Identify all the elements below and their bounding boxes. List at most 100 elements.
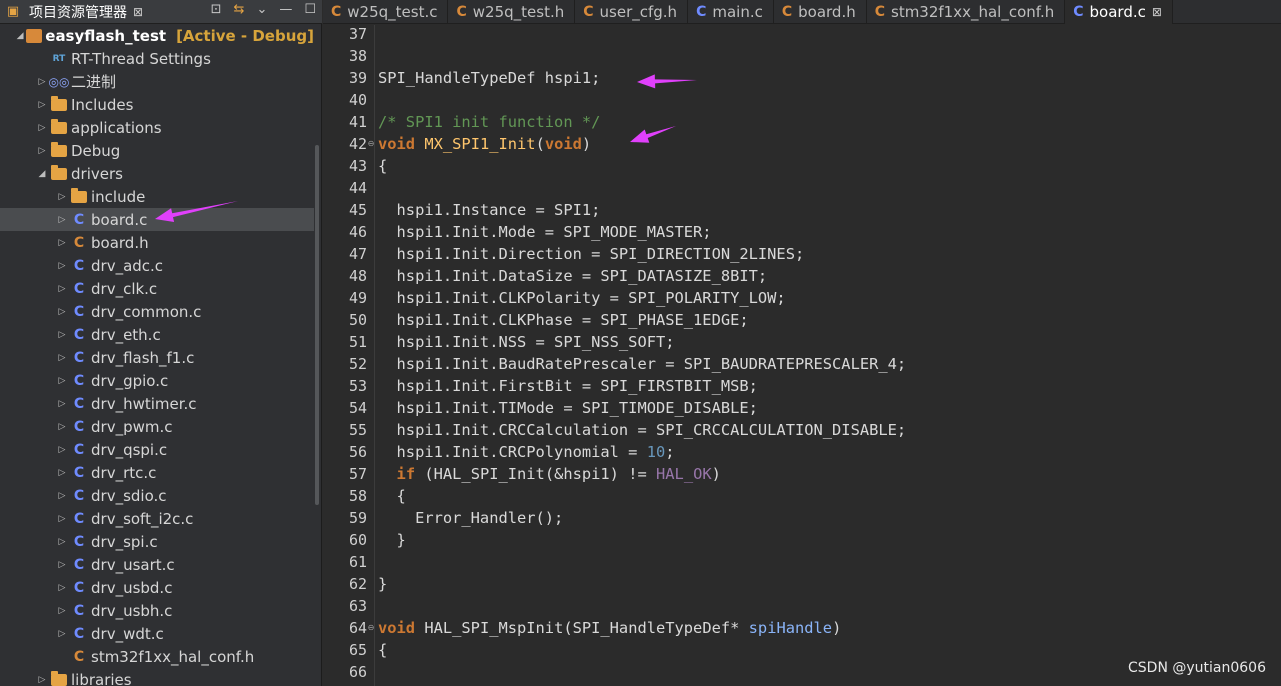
collapsed-arrow-icon[interactable]: ▷	[56, 514, 68, 524]
code-editor[interactable]: 37 38 39 40 41 42 ⊖ 43 44 45 46 47 48 49 50 51 52 53 54 55 5…	[323, 25, 1281, 686]
code-token: void	[378, 619, 416, 637]
collapsed-arrow-icon[interactable]: ▷	[56, 468, 68, 478]
tree-item[interactable]: ▷ Cboard.h	[0, 231, 314, 254]
line-number: 55	[348, 421, 367, 439]
tree-item[interactable]: ▷ Cdrv_eth.c	[0, 323, 314, 346]
project-icon	[26, 28, 43, 44]
minimize-icon[interactable]: —	[279, 2, 292, 17]
collapsed-arrow-icon[interactable]: ▷	[56, 629, 68, 639]
tree-item[interactable]: ▷ Cdrv_common.c	[0, 300, 314, 323]
editor-tab[interactable]: Cuser_cfg.h	[575, 0, 689, 24]
expanded-arrow-icon[interactable]: ◢	[16, 31, 24, 41]
expanded-arrow-icon[interactable]: ◢	[36, 169, 48, 179]
c-source-icon: C	[1073, 4, 1084, 20]
code-token: /* SPI1 init function */	[378, 113, 601, 131]
watermark: CSDN @yutian0606	[1128, 660, 1266, 676]
tree-item[interactable]: ▷ include	[0, 185, 314, 208]
collapsed-arrow-icon[interactable]: ▷	[56, 307, 68, 317]
explorer-close-icon[interactable]: ⊠	[133, 5, 143, 19]
tree-item[interactable]: ▷ Cdrv_adc.c	[0, 254, 314, 277]
collapsed-arrow-icon[interactable]: ▷	[56, 192, 68, 202]
editor-tab[interactable]: Cboard.c ⊠	[1065, 0, 1173, 24]
collapse-all-icon[interactable]: ⊡	[211, 2, 222, 17]
tree-item[interactable]: ◢ easyflash_test [Active - Debug]	[0, 25, 314, 47]
collapsed-arrow-icon[interactable]: ▷	[56, 238, 68, 248]
tree-item[interactable]: ▷ Cboard.c	[0, 208, 314, 231]
editor-tab[interactable]: Cmain.c	[688, 0, 774, 24]
tree-item[interactable]: ◢ drivers	[0, 162, 314, 185]
tree-item[interactable]: ▷ applications	[0, 116, 314, 139]
tree-item[interactable]: ▷ Cdrv_qspi.c	[0, 438, 314, 461]
collapsed-arrow-icon[interactable]: ▷	[56, 491, 68, 501]
tree-item[interactable]: ▷ libraries	[0, 668, 314, 686]
editor-tab[interactable]: Cw25q_test.h	[448, 0, 576, 24]
collapsed-arrow-icon[interactable]: ▷	[36, 123, 48, 133]
editor-tab[interactable]: Cstm32f1xx_hal_conf.h	[867, 0, 1066, 24]
view-menu-icon[interactable]: ⌄	[256, 2, 267, 17]
tree-item[interactable]: ▷ Cdrv_flash_f1.c	[0, 346, 314, 369]
c-source-icon: C	[73, 602, 85, 619]
tree-scrollbar[interactable]	[314, 25, 320, 686]
code-line: {	[378, 155, 387, 177]
tree-item[interactable]: ▷ Cdrv_sdio.c	[0, 484, 314, 507]
fold-toggle-icon[interactable]: ⊖	[367, 133, 375, 155]
code-line: hspi1.Init.CRCCalculation = SPI_CRCCALCU…	[378, 419, 907, 441]
collapsed-arrow-icon[interactable]: ▷	[56, 330, 68, 340]
editor-tab[interactable]: Cboard.h	[774, 0, 867, 24]
rt-icon: RT	[52, 53, 66, 64]
tree-item[interactable]: ▷ Debug	[0, 139, 314, 162]
fold-toggle-icon[interactable]: ⊖	[367, 617, 375, 639]
tab-close-icon[interactable]: ⊠	[1152, 5, 1162, 19]
link-editor-icon[interactable]: ⇆	[234, 2, 245, 17]
tree-item[interactable]: ▷ Cdrv_hwtimer.c	[0, 392, 314, 415]
tree-item[interactable]: ▷ Cdrv_usbd.c	[0, 576, 314, 599]
editor-tab[interactable]: Cw25q_test.c	[323, 0, 449, 24]
c-file-icon: C	[781, 4, 793, 20]
tree-item[interactable]: ▷ Cdrv_pwm.c	[0, 415, 314, 438]
collapsed-arrow-icon[interactable]: ▷	[56, 560, 68, 570]
collapsed-arrow-icon[interactable]: ▷	[36, 100, 48, 110]
tree-item[interactable]: ▷ Cdrv_soft_i2c.c	[0, 507, 314, 530]
c-file-icon: C	[874, 4, 885, 20]
folder-icon	[70, 187, 88, 205]
tab-label: board.h	[798, 3, 856, 21]
c-source-icon: C	[73, 372, 85, 389]
collapsed-arrow-icon[interactable]: ▷	[36, 675, 48, 685]
collapsed-arrow-icon[interactable]: ▷	[56, 284, 68, 294]
line-number: 38	[348, 47, 367, 65]
collapsed-arrow-icon[interactable]: ▷	[56, 376, 68, 386]
tree-item[interactable]: ▷ Cdrv_clk.c	[0, 277, 314, 300]
collapsed-arrow-icon[interactable]: ▷	[36, 77, 48, 87]
tree-item-label: drv_eth.c	[91, 325, 161, 344]
code-token: hspi1.Init.CLKPolarity = SPI_POLARITY_LO…	[378, 289, 786, 307]
tree-item[interactable]: ▷ Cdrv_usbh.c	[0, 599, 314, 622]
collapsed-arrow-icon[interactable]: ▷	[56, 261, 68, 271]
c-source-icon: C	[73, 510, 85, 527]
tree-item[interactable]: ▷ Includes	[0, 93, 314, 116]
tree-item-label: drivers	[71, 164, 123, 183]
code-line: }	[378, 529, 406, 551]
collapsed-arrow-icon[interactable]: ▷	[56, 353, 68, 363]
tree-item[interactable]: ▷ ◎◎ 二进制	[0, 70, 314, 93]
maximize-icon[interactable]: ☐	[304, 2, 316, 17]
collapsed-arrow-icon[interactable]: ▷	[56, 445, 68, 455]
tree-item[interactable]: ▷ Cdrv_usart.c	[0, 553, 314, 576]
collapsed-arrow-icon[interactable]: ▷	[36, 146, 48, 156]
collapsed-arrow-icon[interactable]: ▷	[56, 583, 68, 593]
tree-item[interactable]: Cstm32f1xx_hal_conf.h	[0, 645, 314, 668]
tree-item[interactable]: ▷ Cdrv_gpio.c	[0, 369, 314, 392]
line-number: 49	[348, 289, 367, 307]
tree-item[interactable]: RT RT-Thread Settings	[0, 47, 314, 70]
collapsed-arrow-icon[interactable]: ▷	[56, 399, 68, 409]
tree-item[interactable]: ▷ Cdrv_spi.c	[0, 530, 314, 553]
collapsed-arrow-icon[interactable]: ▷	[56, 606, 68, 616]
tree-item[interactable]: ▷ Cdrv_rtc.c	[0, 461, 314, 484]
collapsed-arrow-icon[interactable]: ▷	[56, 537, 68, 547]
tree-scrollbar-thumb[interactable]	[315, 145, 319, 505]
collapsed-arrow-icon[interactable]: ▷	[56, 215, 68, 225]
c-file-icon: C	[583, 4, 594, 20]
code-token: {	[378, 157, 388, 175]
collapsed-arrow-icon[interactable]: ▷	[56, 422, 68, 432]
tree-item[interactable]: ▷ Cdrv_wdt.c	[0, 622, 314, 645]
